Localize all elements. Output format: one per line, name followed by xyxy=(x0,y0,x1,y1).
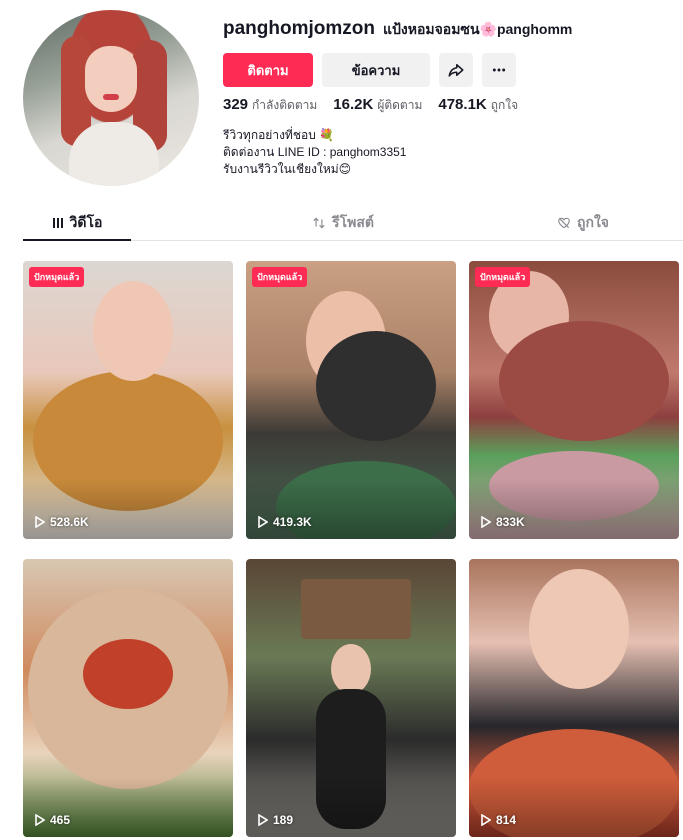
play-icon xyxy=(481,814,491,826)
thumbnail-shade xyxy=(23,479,233,539)
tab-liked-label: ถูกใจ xyxy=(577,214,609,230)
view-count-text: 814 xyxy=(496,813,517,827)
thumbnail-chili xyxy=(83,639,173,709)
followers-count: 16.2K xyxy=(333,96,374,113)
play-icon xyxy=(35,516,45,528)
pinned-badge: ปักหมุดแล้ว xyxy=(29,267,85,287)
view-count: 419.3K xyxy=(258,515,312,529)
video-card[interactable]: ปักหมุดแล้ว 419.3K xyxy=(246,261,456,539)
video-card[interactable]: ปักหมุดแล้ว 528.6K xyxy=(23,261,233,539)
thumbnail-shade xyxy=(246,777,456,837)
tab-liked[interactable]: ถูกใจ xyxy=(483,206,683,240)
avatar-shirt xyxy=(69,122,159,186)
likes-label: ถูกใจ xyxy=(490,98,519,112)
bio-line: รีวิวทุกอย่างที่ชอบ 💐 xyxy=(223,128,335,142)
view-count: 465 xyxy=(35,813,70,827)
repost-icon xyxy=(313,217,325,229)
play-icon xyxy=(258,516,268,528)
likes-stat: 478.1K ถูกใจ xyxy=(438,96,518,115)
view-count: 814 xyxy=(481,813,516,827)
thumbnail-shade xyxy=(23,777,233,837)
profile-bio: รีวิวทุกอย่างที่ชอบ 💐 ติดต่องาน LINE ID … xyxy=(223,127,406,178)
thumbnail-sausage xyxy=(499,321,669,441)
profile-tabs: วิดีโอ รีโพสต์ ถูกใจ xyxy=(23,206,683,241)
tab-videos[interactable]: วิดีโอ xyxy=(23,206,131,240)
thumbnail-shade xyxy=(246,479,456,539)
profile-actions: ติดตาม ข้อความ xyxy=(223,53,516,87)
view-count-text: 419.3K xyxy=(273,515,312,529)
bio-line: ติดต่องาน LINE ID : panghom3351 xyxy=(223,145,407,159)
following-count: 329 xyxy=(223,96,249,113)
avatar-lips xyxy=(103,94,119,100)
likes-count: 478.1K xyxy=(438,96,487,113)
heart-hidden-icon xyxy=(558,217,570,229)
thumbnail-shade xyxy=(469,479,679,539)
video-card[interactable]: 814 xyxy=(469,559,679,837)
active-tab-underline xyxy=(23,239,131,241)
play-icon xyxy=(481,516,491,528)
following-label: กำลังติดตาม xyxy=(252,98,318,112)
followers-label: ผู้ติดตาม xyxy=(377,98,423,112)
view-count: 833K xyxy=(481,515,525,529)
video-card[interactable]: 189 xyxy=(246,559,456,837)
pinned-badge: ปักหมุดแล้ว xyxy=(475,267,531,287)
view-count: 189 xyxy=(258,813,293,827)
nickname: แป้งหอมจอมซน🌸panghomm xyxy=(382,21,573,37)
play-icon xyxy=(258,814,268,826)
tab-reposts-label: รีโพสต์ xyxy=(332,214,374,230)
view-count-text: 528.6K xyxy=(50,515,89,529)
name-row: panghomjomzon แป้งหอมจอมซน🌸panghomm xyxy=(223,18,673,41)
more-options-button[interactable] xyxy=(482,53,516,87)
video-card[interactable]: 465 xyxy=(23,559,233,837)
video-card[interactable]: ปักหมุดแล้ว 833K xyxy=(469,261,679,539)
view-count: 528.6K xyxy=(35,515,89,529)
username: panghomjomzon xyxy=(223,18,375,39)
profile-avatar[interactable] xyxy=(23,10,199,186)
following-stat[interactable]: 329 กำลังติดตาม xyxy=(223,96,317,115)
view-count-text: 189 xyxy=(273,813,294,827)
thumbnail-face xyxy=(331,644,371,694)
thumbnail-shade xyxy=(469,777,679,837)
bio-line: รับงานรีวิวในเชียงใหม่😊 xyxy=(223,162,352,176)
share-icon xyxy=(448,64,464,77)
thumbnail-house xyxy=(301,579,411,639)
share-button[interactable] xyxy=(439,53,473,87)
followers-stat[interactable]: 16.2K ผู้ติดตาม xyxy=(333,96,422,115)
profile-stats: 329 กำลังติดตาม 16.2K ผู้ติดตาม 478.1K ถูกใ… xyxy=(223,96,518,115)
pinned-badge: ปักหมุดแล้ว xyxy=(252,267,308,287)
tab-reposts[interactable]: รีโพสต์ xyxy=(243,206,443,240)
view-count-text: 465 xyxy=(50,813,71,827)
grid-lines-icon xyxy=(52,218,63,228)
thumbnail-face xyxy=(529,569,629,689)
profile-header: panghomjomzon แป้งหอมจอมซน🌸panghomm xyxy=(223,18,673,41)
follow-button[interactable]: ติดตาม xyxy=(223,53,313,87)
thumbnail-face xyxy=(93,281,173,381)
thumbnail-bowl xyxy=(316,331,436,441)
message-button[interactable]: ข้อความ xyxy=(322,53,430,87)
play-icon xyxy=(35,814,45,826)
tab-videos-label: วิดีโอ xyxy=(69,214,103,230)
view-count-text: 833K xyxy=(496,515,525,529)
more-dots-icon xyxy=(492,68,506,72)
avatar-face xyxy=(85,46,137,112)
